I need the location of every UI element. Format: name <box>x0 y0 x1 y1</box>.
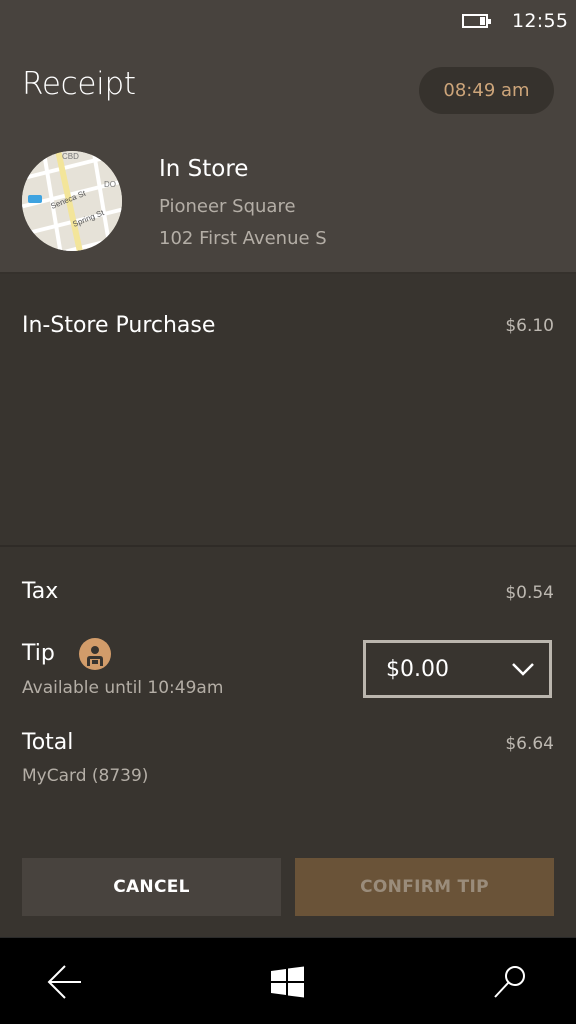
windows-logo-icon <box>271 966 304 998</box>
tip-selected-value: $0.00 <box>386 656 449 682</box>
back-arrow-icon <box>47 965 81 999</box>
status-time: 12:55 <box>512 10 569 32</box>
tip-amount-dropdown[interactable]: $0.00 <box>363 640 552 698</box>
cancel-button[interactable]: CANCEL <box>22 858 281 916</box>
total-label: Total <box>22 730 74 755</box>
chevron-down-icon <box>512 663 534 676</box>
map-icon: Seneca St Spring St CBD DO <box>22 151 122 251</box>
line-item-price: $6.10 <box>505 316 554 336</box>
confirm-tip-button[interactable]: CONFIRM TIP <box>295 858 554 916</box>
line-item-name: In-Store Purchase <box>22 313 216 338</box>
search-button[interactable] <box>489 960 533 1004</box>
tax-value: $0.54 <box>505 583 554 603</box>
total-value: $6.64 <box>505 734 554 754</box>
start-button[interactable] <box>266 960 310 1004</box>
divider <box>0 272 576 274</box>
store-address: 102 First Avenue S <box>159 228 327 249</box>
search-icon <box>494 966 525 998</box>
tip-availability: Available until 10:49am <box>22 678 224 698</box>
system-navbar <box>0 937 576 1024</box>
back-button[interactable] <box>43 960 87 1004</box>
receipt-time-badge: 08:49 am <box>419 67 554 114</box>
store-area: Pioneer Square <box>159 196 296 217</box>
map-label: CBD <box>62 152 79 161</box>
page-title: Receipt <box>22 66 136 102</box>
tax-label: Tax <box>22 579 59 604</box>
divider <box>0 545 576 547</box>
header: 12:55 Receipt 08:49 am Seneca St Spring … <box>0 0 576 273</box>
payment-method: MyCard (8739) <box>22 766 149 786</box>
store-type: In Store <box>159 156 249 182</box>
map-label: DO <box>104 180 116 189</box>
tip-label: Tip <box>22 641 55 666</box>
barista-icon <box>79 638 111 670</box>
map-thumbnail[interactable]: Seneca St Spring St CBD DO <box>22 151 122 251</box>
battery-icon <box>462 14 491 28</box>
status-bar: 12:55 <box>0 0 576 44</box>
